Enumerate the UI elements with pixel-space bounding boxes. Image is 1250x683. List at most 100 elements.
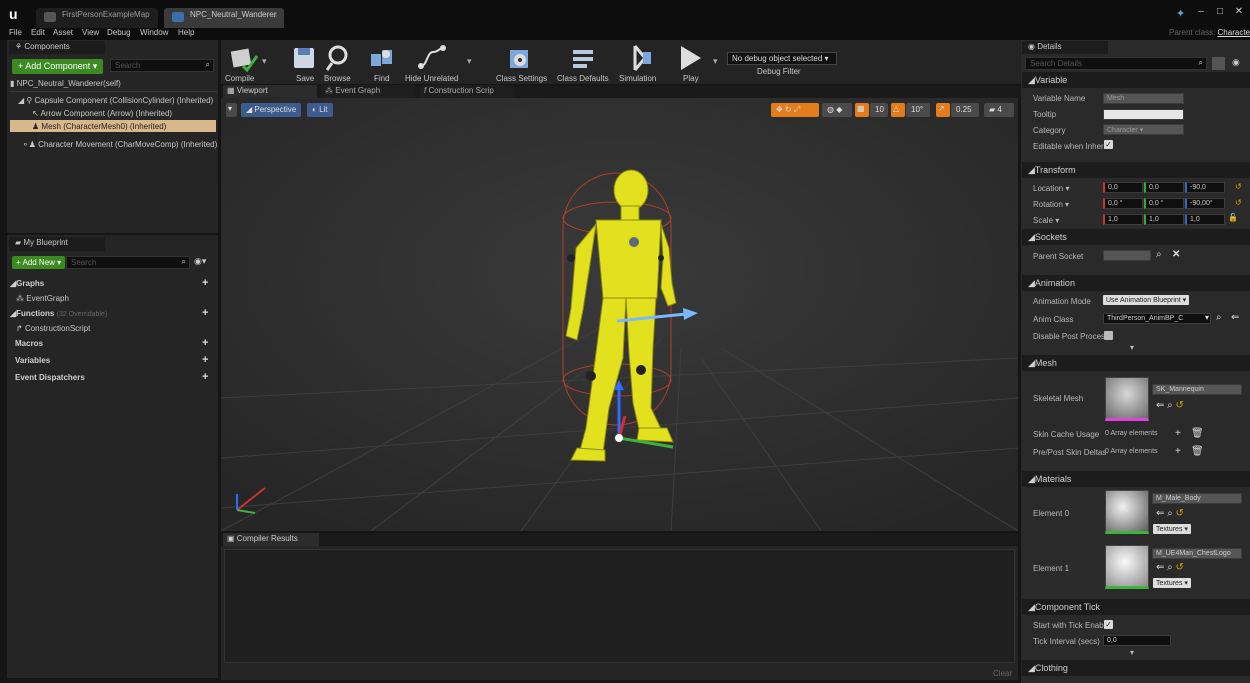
add-new-button[interactable]: + Add New ▾ [12, 256, 66, 269]
scale-z-field[interactable]: 1,0 [1185, 214, 1225, 225]
materials-category[interactable]: ◢Materials [1022, 471, 1250, 487]
location-z-field[interactable]: -90,0 [1185, 182, 1225, 193]
location-y-field[interactable]: 0,0 [1144, 182, 1184, 193]
play-button[interactable]: Play [683, 74, 699, 83]
perspective-button[interactable]: ◢ Perspective [241, 103, 302, 117]
play-icon[interactable] [679, 44, 703, 72]
material-0-thumbnail[interactable] [1105, 490, 1149, 534]
graphs-category[interactable]: ◢Graphs [10, 279, 44, 288]
eye-icon[interactable]: ◉ [1232, 57, 1240, 68]
close-window-button[interactable]: ✕ [1230, 6, 1248, 20]
use-selected-icon[interactable]: ⇐ ⌕ ↺ [1156, 508, 1184, 519]
class-defaults-button[interactable]: Class Defaults [557, 74, 609, 83]
menu-view[interactable]: View [82, 28, 99, 37]
variables-category[interactable]: Variables [15, 356, 50, 365]
compiler-results-tab[interactable]: ▣ Compiler Results [223, 533, 319, 546]
functions-category[interactable]: ◢Functions (32 Overridable) [10, 309, 107, 318]
tab-npc-blueprint[interactable]: NPC_Neutral_Wanderer ✕ [164, 8, 284, 28]
transform-tools-group[interactable]: ✥ ↻ ⤢ [771, 103, 819, 117]
add-component-button[interactable]: + Add Component ▾ [12, 59, 104, 74]
scale-snap-toggle[interactable]: ↗ [936, 103, 950, 117]
clothing-category[interactable]: ◢Clothing [1022, 660, 1250, 676]
simulation-icon[interactable] [625, 44, 653, 72]
menu-asset[interactable]: Asset [53, 28, 73, 37]
parent-class-link[interactable]: Characte [1218, 28, 1250, 37]
tab-viewport[interactable]: ▦ Viewport [223, 85, 317, 98]
rotation-x-field[interactable]: 0,0 ° [1103, 198, 1143, 209]
sockets-category[interactable]: ◢Sockets [1022, 229, 1250, 245]
rotation-y-field[interactable]: 0,0 ° [1144, 198, 1184, 209]
add-element-icon[interactable]: + [1175, 428, 1181, 439]
save-button[interactable]: Save [296, 74, 314, 83]
start-tick-checkbox[interactable]: ✓ [1104, 620, 1113, 629]
tree-item-mesh[interactable]: ♟ Mesh (CharacterMesh0) (Inherited) [32, 122, 166, 131]
component-root[interactable]: ▮ NPC_Neutral_Wanderer(self) [10, 79, 121, 88]
parent-socket-field[interactable] [1103, 250, 1151, 261]
lit-button[interactable]: ◐ Lit [307, 103, 333, 117]
minimize-button[interactable]: – [1192, 6, 1210, 20]
location-label[interactable]: Location ▾ [1033, 184, 1069, 193]
compile-icon[interactable] [229, 44, 259, 72]
details-search-input[interactable]: Search Details ⌕ [1025, 57, 1207, 70]
components-search-input[interactable]: Search ⌕ [110, 59, 214, 72]
reset-rotation-icon[interactable]: ↺ [1235, 198, 1242, 207]
trash-icon[interactable]: 🗑 [1191, 428, 1204, 439]
disable-post-process-checkbox[interactable] [1104, 331, 1113, 340]
camera-speed-button[interactable]: ▰ 4 [984, 103, 1014, 117]
maximize-button[interactable]: □ [1211, 6, 1229, 20]
class-settings-icon[interactable] [506, 44, 534, 72]
expand-advanced-icon[interactable]: ▾ [1130, 648, 1134, 657]
play-dropdown-icon[interactable]: ▾ [713, 56, 718, 67]
add-function-button[interactable]: + [202, 307, 208, 319]
event-dispatchers-category[interactable]: Event Dispatchers [15, 373, 85, 382]
tab-first-person-map[interactable]: FirstPersonExampleMap [36, 8, 158, 28]
animation-mode-dropdown[interactable]: Use Animation Blueprint ▾ [1103, 295, 1190, 305]
add-dispatcher-button[interactable]: + [202, 371, 208, 383]
editable-inherit-checkbox[interactable]: ✓ [1104, 140, 1113, 149]
add-macro-button[interactable]: + [202, 337, 208, 349]
construction-script-item[interactable]: ↱ ConstructionScript [16, 324, 90, 333]
expand-advanced-icon[interactable]: ▾ [1130, 343, 1134, 352]
scale-y-field[interactable]: 1,0 [1144, 214, 1184, 225]
tab-construction-script[interactable]: f Construction Scrip [420, 85, 514, 98]
macros-category[interactable]: Macros [15, 339, 43, 348]
event-graph-item[interactable]: ⁂ EventGraph [16, 294, 69, 303]
viewport[interactable] [221, 98, 1018, 531]
add-element-icon[interactable]: + [1175, 446, 1181, 457]
add-variable-button[interactable]: + [202, 354, 208, 366]
material-1-thumbnail[interactable] [1105, 545, 1149, 589]
component-tick-category[interactable]: ◢Component Tick [1022, 599, 1250, 615]
skeletal-mesh-thumbnail[interactable] [1105, 377, 1149, 421]
rotation-label[interactable]: Rotation ▾ [1033, 200, 1069, 209]
property-matrix-icon[interactable] [1212, 57, 1225, 70]
debug-object-select[interactable]: No debug object selected ▾ [727, 52, 837, 65]
chevron-down-icon[interactable]: ▾ [1205, 313, 1209, 322]
grid-snap-toggle[interactable]: ▦ [855, 103, 869, 117]
animation-category[interactable]: ◢Animation [1022, 275, 1250, 291]
browse-button[interactable]: Browse [324, 74, 351, 83]
close-icon[interactable]: ✕ [271, 11, 278, 20]
reset-icon[interactable]: ↺ [1176, 508, 1184, 519]
coordinate-space-button[interactable]: ◍ ◆ [822, 103, 852, 117]
class-defaults-icon[interactable] [569, 44, 597, 72]
hide-dropdown-icon[interactable]: ▾ [467, 56, 472, 67]
hide-unrelated-icon[interactable] [417, 44, 447, 72]
material-0-textures-dropdown[interactable]: Textures ▾ [1153, 524, 1191, 534]
tick-interval-field[interactable]: 0,0 [1103, 635, 1171, 646]
rotation-z-field[interactable]: -90,00° [1185, 198, 1225, 209]
search-icon[interactable]: ⌕ [1156, 249, 1162, 260]
tooltip-field[interactable] [1103, 109, 1184, 120]
menu-debug[interactable]: Debug [107, 28, 131, 37]
use-selected-icon[interactable]: ⇐ ⌕ ↺ [1156, 400, 1184, 411]
menu-edit[interactable]: Edit [31, 28, 45, 37]
tree-item-capsule[interactable]: ◢ ⚲ Capsule Component (CollisionCylinder… [18, 96, 213, 105]
category-dropdown[interactable]: Character ▾ [1103, 124, 1184, 135]
anim-class-dropdown[interactable]: ThirdPerson_AnimBP_C [1103, 313, 1211, 324]
hide-unrelated-button[interactable]: Hide Unrelated [405, 74, 458, 83]
scale-label[interactable]: Scale ▾ [1033, 216, 1059, 225]
skeletal-mesh-dropdown[interactable]: SK_Mannequin [1152, 384, 1242, 395]
use-selected-icon[interactable]: ⇐ ⌕ ↺ [1156, 562, 1184, 573]
tab-event-graph[interactable]: ⁂ Event Graph [321, 85, 415, 98]
view-options-icon[interactable]: ◉▾ [194, 256, 206, 267]
variable-name-field[interactable]: Mesh [1103, 93, 1184, 104]
